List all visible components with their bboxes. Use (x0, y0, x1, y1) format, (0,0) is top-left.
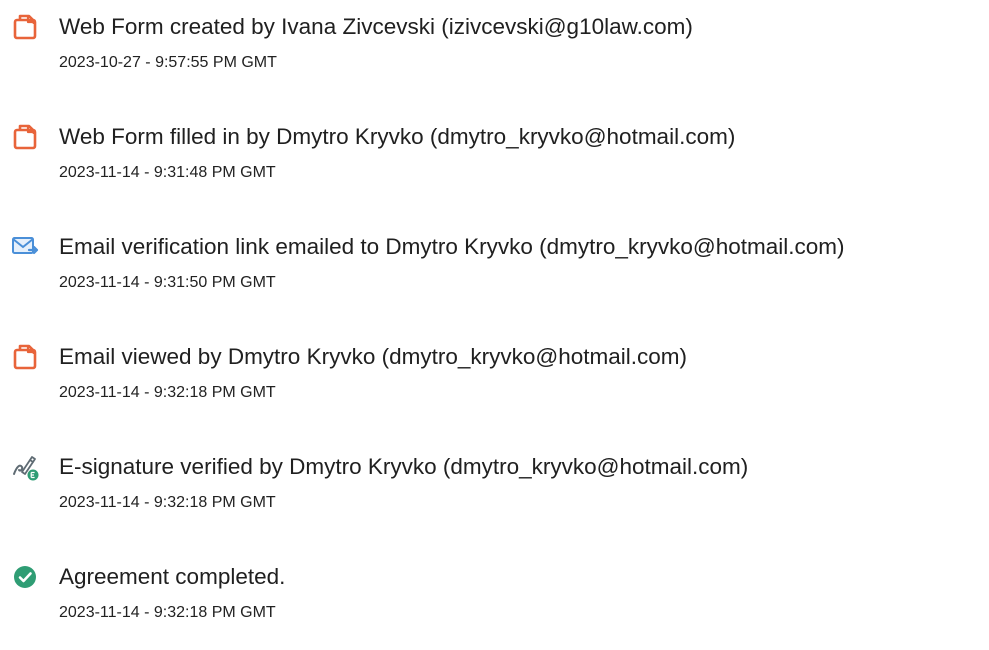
history-event: Email verification link emailed to Dmytr… (0, 232, 989, 312)
document-icon (13, 124, 37, 150)
event-timestamp: 2023-11-14 - 9:32:18 PM GMT (59, 384, 276, 401)
document-icon (13, 344, 37, 370)
check-circle-icon (14, 566, 36, 588)
document-icon (13, 14, 37, 40)
event-text: Email verification link emailed to Dmytr… (59, 234, 845, 259)
event-text: Email viewed by Dmytro Kryvko (dmytro_kr… (59, 344, 687, 369)
history-event: E-signature verified by Dmytro Kryvko (d… (0, 452, 989, 532)
event-text: Agreement completed. (59, 564, 286, 589)
event-timestamp: 2023-11-14 - 9:32:18 PM GMT (59, 604, 276, 621)
event-timestamp: 2023-11-14 - 9:31:50 PM GMT (59, 274, 276, 291)
event-text: Web Form created by Ivana Zivcevski (izi… (59, 14, 693, 39)
event-timestamp: 2023-11-14 - 9:32:18 PM GMT (59, 494, 276, 511)
event-text: E-signature verified by Dmytro Kryvko (d… (59, 454, 749, 479)
event-text: Web Form filled in by Dmytro Kryvko (dmy… (59, 124, 736, 149)
history-event: Web Form filled in by Dmytro Kryvko (dmy… (0, 122, 989, 202)
email-send-icon (12, 237, 39, 255)
event-timestamp: 2023-10-27 - 9:57:55 PM GMT (59, 54, 277, 71)
history-event: Web Form created by Ivana Zivcevski (izi… (0, 12, 989, 92)
event-timestamp: 2023-11-14 - 9:31:48 PM GMT (59, 164, 276, 181)
e-signature-icon (13, 456, 39, 481)
history-event: Agreement completed. 2023-11-14 - 9:32:1… (0, 562, 989, 642)
history-event: Email viewed by Dmytro Kryvko (dmytro_kr… (0, 342, 989, 422)
